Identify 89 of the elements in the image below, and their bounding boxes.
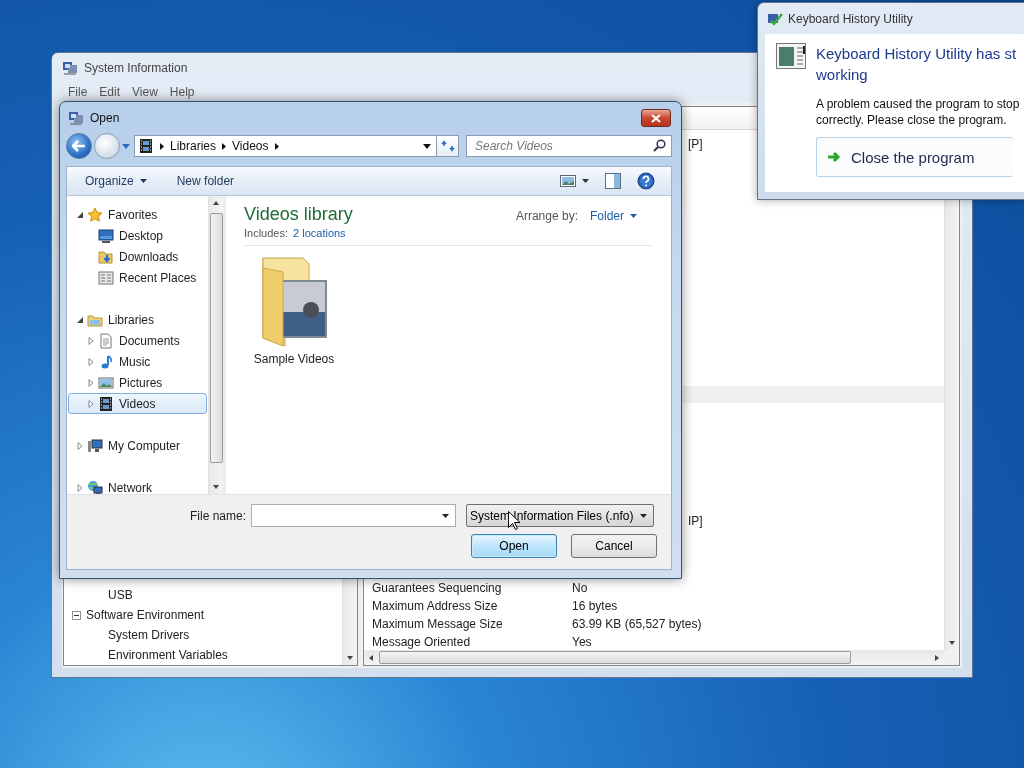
- caret-icon: [442, 514, 449, 518]
- navigation-item[interactable]: Favorites: [68, 204, 207, 225]
- caret-icon: [640, 513, 647, 518]
- left-arrow-icon: [72, 140, 86, 152]
- vertical-scrollbar[interactable]: [208, 196, 223, 494]
- caret-icon[interactable]: [122, 143, 130, 149]
- refresh-icon: [440, 139, 455, 153]
- horizontal-scrollbar[interactable]: [364, 650, 944, 665]
- breadcrumb-arrow-icon: [160, 142, 164, 150]
- app-icon: [62, 60, 78, 76]
- table-cell-text: 16 bytes: [572, 599, 619, 613]
- star-icon: [87, 206, 103, 223]
- navigation-item[interactable]: Desktop: [68, 225, 207, 246]
- includes-label: Includes:: [244, 227, 289, 239]
- window-title: Keyboard History Utility: [788, 11, 913, 26]
- app-icon: [68, 110, 84, 126]
- navigation-item[interactable]: Music: [68, 351, 207, 372]
- program-window-icon: [776, 43, 806, 69]
- locations-link[interactable]: 2 locations: [293, 227, 346, 239]
- close-button[interactable]: [641, 109, 671, 127]
- window-title: Open: [90, 111, 121, 125]
- arrange-dropdown[interactable]: Folder: [590, 208, 637, 223]
- computer-icon: [87, 437, 103, 454]
- navigation-item[interactable]: Libraries: [68, 309, 207, 330]
- search-field[interactable]: Search Videos: [466, 135, 672, 157]
- breadcrumb-arrow-icon: [274, 142, 279, 150]
- caret-icon: [139, 179, 147, 183]
- film-strip-icon: [98, 395, 114, 412]
- grid-icon: [98, 269, 114, 286]
- breadcrumb-item[interactable]: Videos: [232, 139, 269, 153]
- menu-item[interactable]: File: [62, 83, 94, 103]
- menu-item[interactable]: View: [126, 83, 164, 103]
- picture-icon: [98, 374, 114, 391]
- navigation-item[interactable]: Videos: [68, 393, 207, 414]
- picture-icon: [560, 174, 576, 188]
- right-arrow-icon: [827, 151, 841, 163]
- table-cell-text: [P]: [688, 136, 703, 153]
- new-folder-button[interactable]: New folder: [170, 171, 241, 191]
- film-strip-icon: [138, 138, 154, 154]
- navigation-item[interactable]: Pictures: [68, 372, 207, 393]
- menu-item[interactable]: Help: [163, 83, 201, 103]
- navigation-item[interactable]: Recent Places: [68, 267, 207, 288]
- caret-icon: [582, 179, 589, 183]
- error-message: A problem caused the program to stop correctly. Please close the program.: [816, 96, 1020, 128]
- file-name-label: File name:: [188, 508, 247, 523]
- table-cell-text: No: [572, 581, 589, 595]
- search-icon: [653, 139, 666, 152]
- menu-item[interactable]: Edit: [93, 83, 127, 103]
- dialog-button[interactable]: Open: [471, 534, 557, 558]
- refresh-button[interactable]: [437, 135, 459, 157]
- help-icon: [637, 172, 655, 190]
- tree-item[interactable]: System Drivers: [108, 628, 190, 642]
- folder-thumbnail-icon: [259, 254, 329, 348]
- folder-arrow-icon: [98, 248, 114, 265]
- window-title: System Information: [84, 61, 188, 75]
- document-icon: [98, 332, 114, 349]
- back-button[interactable]: [66, 133, 92, 159]
- organize-button[interactable]: Organize: [79, 171, 153, 191]
- breadcrumb-arrow-icon: [222, 142, 227, 150]
- close-program-button[interactable]: Close the program: [816, 137, 1013, 177]
- file-name-field[interactable]: [251, 504, 456, 527]
- breadcrumb-item[interactable]: Libraries: [170, 139, 217, 153]
- dialog-button[interactable]: Cancel: [571, 534, 657, 558]
- monitor-icon: [98, 227, 114, 244]
- scrollbar-corner: [944, 650, 959, 665]
- navigation-item[interactable]: Network: [68, 477, 207, 494]
- address-bar[interactable]: Libraries Videos: [134, 135, 437, 157]
- table-cell-text: Maximum Message Size: [371, 617, 504, 631]
- tree-item[interactable]: USB: [108, 588, 133, 602]
- table-cell-text: Maximum Address Size: [371, 599, 499, 613]
- pane-icon: [605, 173, 621, 189]
- table-cell-text: Guarantees Sequencing: [371, 581, 503, 595]
- navigation-item[interactable]: Downloads: [68, 246, 207, 267]
- folder-label[interactable]: Sample Videos: [253, 352, 335, 366]
- caret-icon: [630, 213, 637, 218]
- table-cell-text: IP]: [688, 513, 703, 530]
- library-title: Videos library: [244, 204, 353, 225]
- globe-icon: [87, 479, 103, 494]
- table-cell-text: Yes: [572, 635, 593, 649]
- tree-item[interactable]: Environment Variables: [108, 648, 228, 662]
- close-icon: [651, 113, 661, 123]
- caret-icon: [423, 143, 431, 149]
- arrange-label: Arrange by:: [515, 208, 578, 223]
- tree-item[interactable]: Software Environment: [86, 608, 205, 622]
- navigation-item[interactable]: Documents: [68, 330, 207, 351]
- navigation-item[interactable]: My Computer: [68, 435, 207, 456]
- table-cell-text: 63.99 KB (65,527 bytes): [572, 617, 703, 631]
- table-cell-text: Message Oriented: [371, 635, 472, 649]
- error-heading: Keyboard History Utility has st working: [816, 44, 1017, 85]
